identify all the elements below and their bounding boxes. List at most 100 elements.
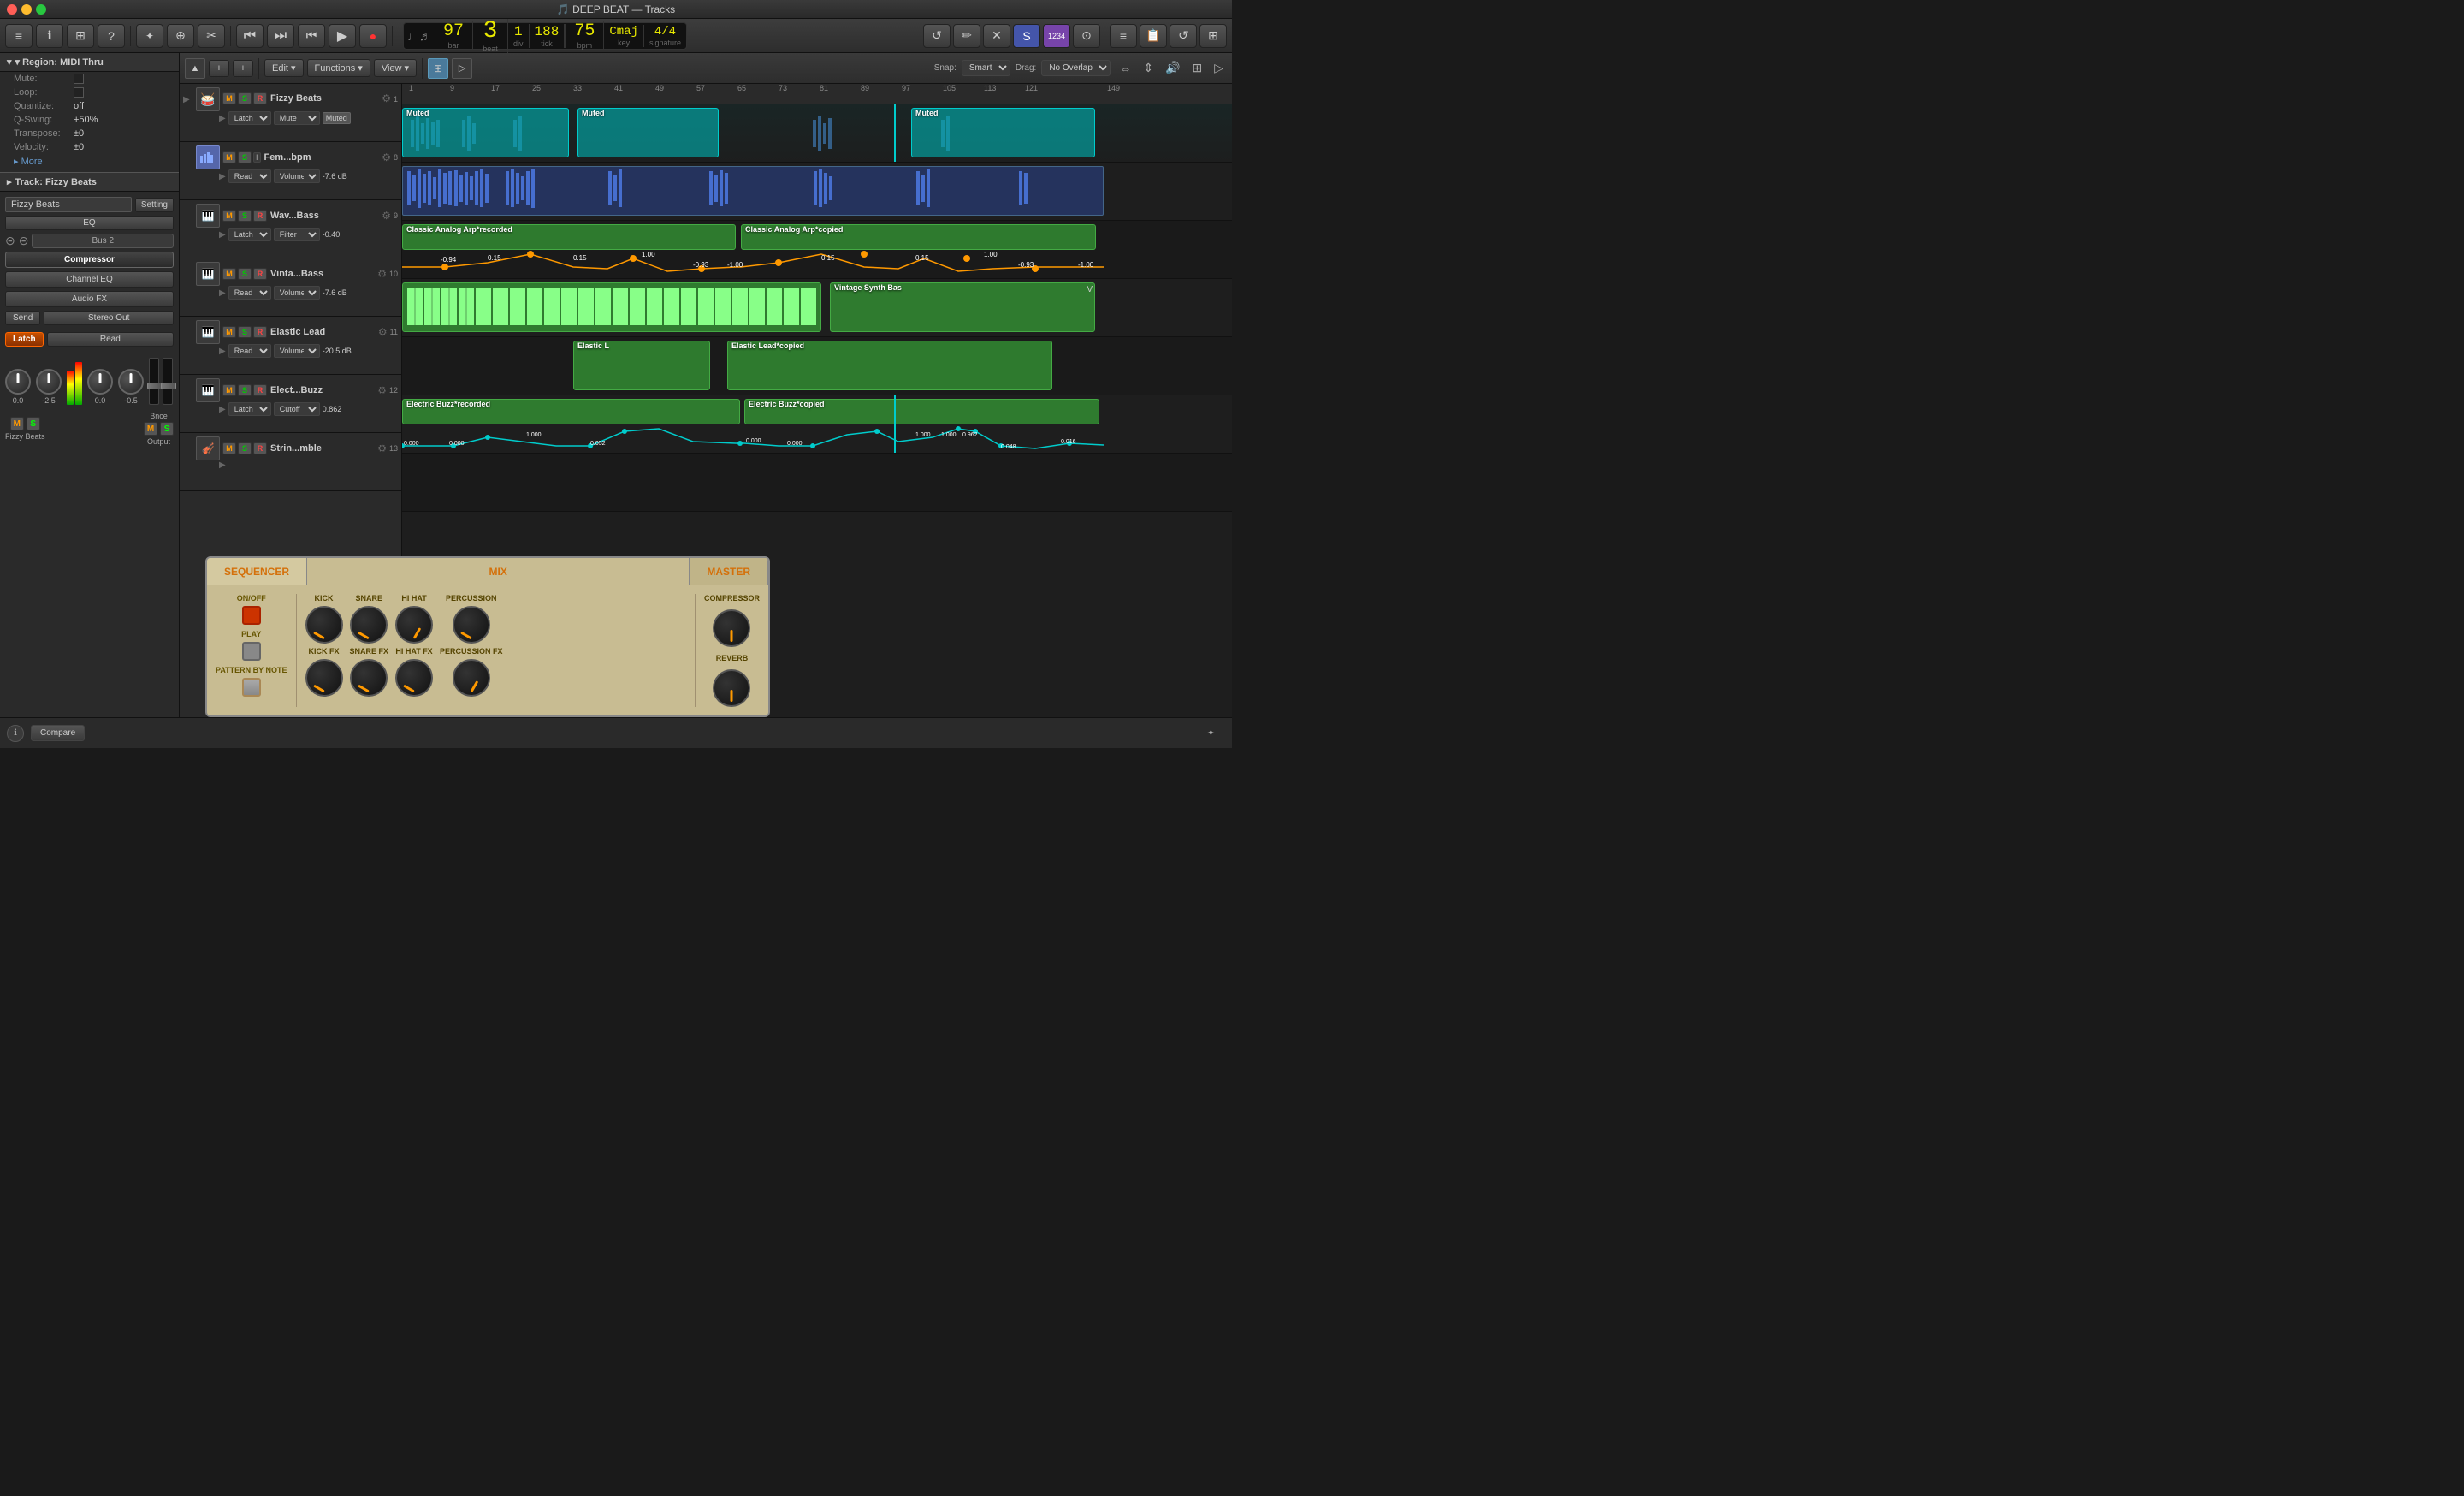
mute-btn-2[interactable]: M [144,422,157,436]
transpose-value[interactable]: ±0 [74,128,84,139]
track-9-play-btn[interactable]: ▶ [219,230,226,240]
mix-tab[interactable]: MIX [307,558,690,585]
functions-btn[interactable]: Functions ▾ [307,59,370,77]
track-12-param[interactable]: Cutoff [274,402,320,416]
master-tab[interactable]: MASTER [690,558,768,585]
track-9-record[interactable]: R [253,210,267,222]
track-12-solo[interactable]: S [238,384,252,396]
mute-btn-1[interactable]: M [10,417,24,430]
loop-checkbox[interactable] [74,87,84,98]
more-row[interactable]: ▸ More [0,154,179,169]
region-9-1[interactable]: Classic Analog Arp*recorded [402,224,736,250]
add-track-btn[interactable]: + [209,60,229,77]
track-1-expand[interactable]: ▶ [183,95,193,104]
compare-button[interactable]: Compare [31,725,85,741]
transport-bpm-value[interactable]: 75 [571,21,598,41]
volume-icon-2[interactable]: 🔊 [1162,61,1183,75]
region-1-1[interactable]: Muted [402,108,569,157]
track-10-mute[interactable]: M [222,268,236,280]
track-10-param[interactable]: Volume [274,286,320,300]
eq-button[interactable]: EQ [5,216,174,230]
track-12-record[interactable]: R [253,384,267,396]
volume-knob[interactable] [36,369,62,395]
solo-btn-2[interactable]: S [160,422,174,436]
track-13-record[interactable]: R [253,442,267,454]
minimize-button[interactable] [21,4,32,15]
arrow-icon[interactable]: ▷ [452,58,472,79]
resize-icon[interactable]: ⇔ [1116,62,1134,75]
track-11-record[interactable]: R [253,326,267,338]
smart-button[interactable]: ✦ [136,24,163,48]
transport-bar-value[interactable]: 97 [440,21,467,41]
track-1-record[interactable]: R [253,92,267,104]
track-12-play-btn[interactable]: ▶ [219,405,226,414]
settings-button[interactable]: ≡ [5,24,33,48]
kick-fx-knob[interactable] [305,659,343,697]
play-button[interactable]: ▶ [329,24,356,48]
track-13-settings[interactable]: ⚙ [377,442,387,454]
solo-btn-1[interactable]: S [27,417,40,430]
track-13-solo[interactable]: S [238,442,252,454]
s-button[interactable]: S [1013,24,1040,48]
track-9-mute[interactable]: M [222,210,236,222]
compressor-knob[interactable] [713,609,750,647]
aux-knob[interactable] [87,369,113,395]
on-off-button[interactable] [242,606,261,625]
list-button[interactable]: ≡ [1110,24,1137,48]
kick-knob[interactable] [305,606,343,644]
undo-button[interactable]: ↺ [1170,24,1197,48]
read-button[interactable]: Read [47,332,174,347]
tostart-button[interactable]: ⏮ [298,24,325,48]
track-header-inspector[interactable]: ▸ Track: Fizzy Beats [0,172,179,192]
info-button[interactable]: ℹ [36,24,63,48]
track-11-play-btn[interactable]: ▶ [219,347,226,356]
send-button[interactable]: Send [5,311,40,325]
chain-icon-2[interactable]: ⊝ [19,234,29,248]
track-10-solo[interactable]: S [238,268,252,280]
track-11-solo[interactable]: S [238,326,252,338]
region-9-2[interactable]: Classic Analog Arp*copied [741,224,1096,250]
percussion-knob[interactable] [453,606,490,644]
transport-tick-value[interactable]: 188 [535,24,560,39]
setting-button[interactable]: Setting [135,198,174,212]
hihat-knob[interactable] [395,606,433,644]
track-10-play-btn[interactable]: ▶ [219,288,226,298]
track-8-settings[interactable]: ⚙ [382,151,391,163]
chain-icon[interactable]: ⊝ [5,234,15,248]
region-12-1[interactable]: Electric Buzz*recorded [402,399,740,424]
grid-button[interactable]: ⊞ [67,24,94,48]
track-8-param[interactable]: Volume [274,169,320,183]
play-button[interactable] [242,642,261,661]
track-8-mute[interactable]: M [222,151,236,163]
track-1-mute[interactable]: M [222,92,236,104]
track-11-param[interactable]: Volume [274,344,320,358]
add-track-button[interactable]: ⊕ [167,24,194,48]
fastforward-button[interactable]: ⏭ [267,24,294,48]
track-12-settings[interactable]: ⚙ [377,384,387,396]
pencil-button[interactable]: ✏ [953,24,980,48]
track-9-mode[interactable]: Latch [228,228,271,241]
reverb-knob[interactable] [713,669,750,707]
more-label[interactable]: ▸ More [14,156,43,167]
region-1-3[interactable]: Muted [911,108,1095,157]
snare-fx-knob[interactable] [350,659,388,697]
hihat-fx-knob[interactable] [395,659,433,697]
track-9-param[interactable]: Filter [274,228,320,241]
channel-name[interactable]: Fizzy Beats [5,197,132,212]
compressor-button[interactable]: Compressor [5,252,174,268]
info-icon-btn[interactable]: ℹ [7,725,24,742]
mute-checkbox[interactable] [74,74,84,84]
edit-btn[interactable]: Edit ▾ [264,59,304,77]
velocity-value[interactable]: ±0 [74,142,84,152]
send-knob[interactable] [118,369,144,395]
pan-knob[interactable] [5,369,31,395]
transport-div-value[interactable]: 1 [514,24,523,39]
add-button[interactable]: ⊞ [1199,24,1227,48]
view-btn[interactable]: View ▾ [374,59,417,77]
latch-button[interactable]: Latch [5,332,44,347]
track-1-play-btn[interactable]: ▶ [219,114,226,123]
track-12-mute[interactable]: M [222,384,236,396]
track-8-play-btn[interactable]: ▶ [219,172,226,181]
pattern-button[interactable] [242,678,261,697]
track-8-solo[interactable]: S [238,151,252,163]
